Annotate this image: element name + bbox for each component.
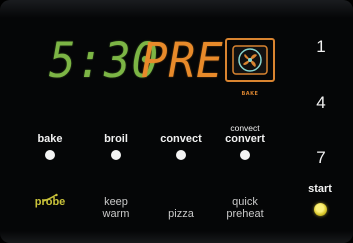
broil-indicator: [111, 150, 121, 160]
number-key-1[interactable]: 1: [309, 37, 333, 57]
number-key-7[interactable]: 7: [309, 148, 333, 168]
preheat-status: PRE: [141, 33, 224, 89]
keep-warm-button[interactable]: keep warm: [81, 196, 151, 220]
pizza-label: pizza: [168, 208, 194, 220]
bake-indicator: [45, 150, 55, 160]
oven-control-panel: 5:30 PRE BAKE 1 4 7 bake broil convect c…: [0, 0, 353, 243]
broil-label: broil: [104, 133, 128, 145]
probe-label: probe: [34, 196, 66, 208]
bake-button[interactable]: bake: [16, 133, 84, 160]
quick-label: quick: [232, 196, 258, 208]
bake-mode-indicator: [225, 38, 275, 82]
convect-convert-top-label: convect: [230, 123, 260, 133]
number-key-4[interactable]: 4: [309, 93, 333, 113]
start-button[interactable]: start: [296, 183, 344, 216]
broil-button[interactable]: broil: [82, 133, 150, 160]
convect-button[interactable]: convect: [147, 133, 215, 160]
convect-indicator: [176, 150, 186, 160]
start-label: start: [308, 183, 332, 195]
preheat-label: preheat: [226, 208, 264, 220]
bake-label: bake: [37, 133, 63, 145]
keep-label: keep: [104, 196, 128, 208]
bake-caption: BAKE: [241, 91, 259, 97]
convect-convert-indicator: [240, 150, 250, 160]
convect-convert-bottom-label: convert: [225, 133, 265, 145]
warm-label: warm: [102, 208, 130, 220]
probe-button[interactable]: probe: [15, 196, 85, 208]
quick-preheat-button[interactable]: quick preheat: [210, 196, 280, 220]
start-indicator-light: [313, 203, 327, 216]
convection-fan-icon: [232, 45, 268, 75]
pizza-button[interactable]: pizza: [146, 208, 216, 220]
convect-label: convect: [160, 133, 202, 145]
convect-convert-button[interactable]: convect convert: [211, 124, 279, 160]
